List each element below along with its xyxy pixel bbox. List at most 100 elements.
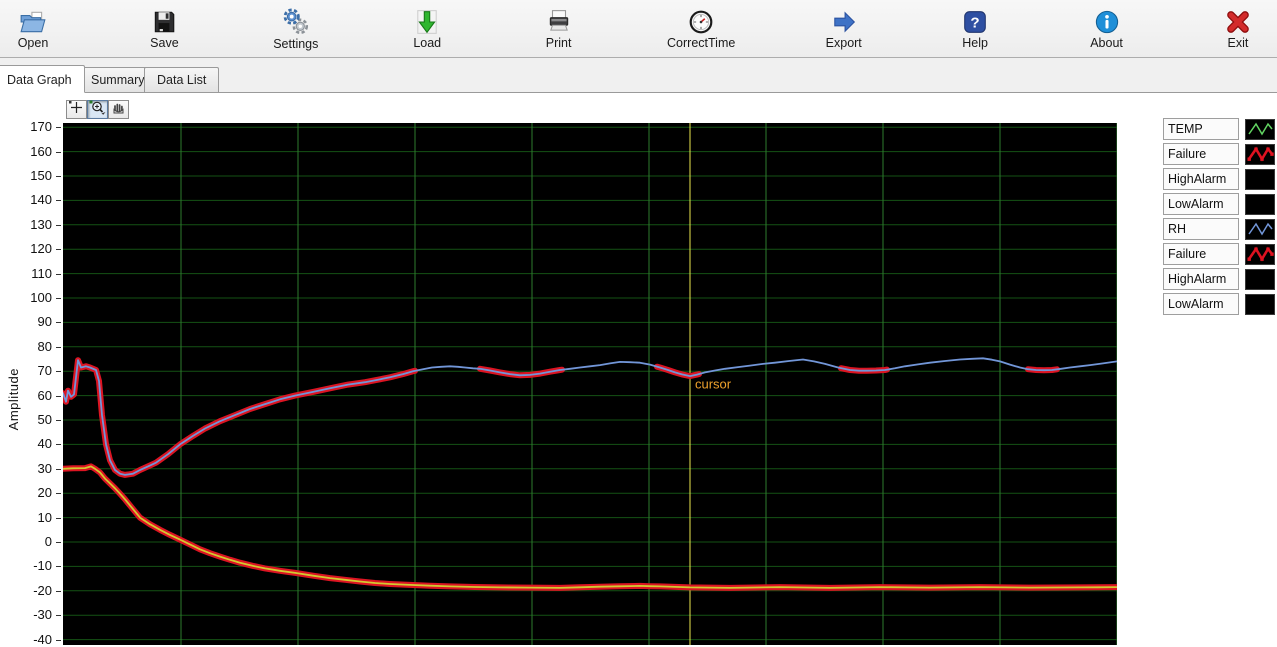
- chart-plot-area[interactable]: cursor: [63, 123, 1117, 645]
- toolbar-item-label: Save: [150, 36, 179, 50]
- y-axis-tick-mark: [56, 396, 61, 397]
- legend-swatch-none: [1245, 294, 1275, 315]
- y-axis-tick-label: 20: [0, 485, 52, 500]
- y-axis-tick-label: 10: [0, 510, 52, 525]
- toolbar-item-about[interactable]: About: [1084, 9, 1130, 50]
- legend-label[interactable]: Failure: [1163, 143, 1239, 165]
- toolbar-item-correcttime[interactable]: CorrectTime: [667, 9, 735, 50]
- tab-strip: DataNO. 9738 2015/05/29 20:16:26 RH 67.9…: [0, 58, 1277, 93]
- legend-swatch-none: [1245, 194, 1275, 215]
- y-axis-tick-label: 60: [0, 388, 52, 403]
- y-axis-tick-label: 90: [0, 314, 52, 329]
- crosshair-tool-button[interactable]: [66, 100, 87, 119]
- toolbar-item-settings[interactable]: Settings: [273, 8, 319, 51]
- y-axis-tick-label: -40: [0, 632, 52, 647]
- y-axis-tick-mark: [56, 347, 61, 348]
- toolbar-item-export[interactable]: Export: [821, 9, 867, 50]
- y-axis-tick-label: -20: [0, 583, 52, 598]
- y-axis-tick-label: 120: [0, 241, 52, 256]
- toolbar-item-label: Help: [962, 36, 988, 50]
- legend-label[interactable]: LowAlarm: [1163, 193, 1239, 215]
- y-axis-tick-label: 140: [0, 192, 52, 207]
- legend-row-highalarm-2[interactable]: HighAlarm: [1163, 168, 1275, 190]
- exit-x-icon: [1225, 9, 1251, 35]
- toolbar-item-label: Exit: [1228, 36, 1249, 50]
- legend-swatch-line: [1245, 219, 1275, 240]
- y-axis-tick-mark: [56, 274, 61, 275]
- pan-tool-icon: [109, 99, 128, 121]
- series-line-temp: [63, 466, 1117, 588]
- legend: TEMP Failure HighAlarm LowAlarm RH Failure Hig…: [1163, 118, 1275, 318]
- y-axis-tick-mark: [56, 493, 61, 494]
- legend-label[interactable]: LowAlarm: [1163, 293, 1239, 315]
- legend-swatch-none: [1245, 269, 1275, 290]
- toolbar-item-label: Open: [18, 36, 49, 50]
- toolbar: Open Save Settings Load Print CorrectTime Expo…: [0, 0, 1277, 58]
- failure-overlay-rh: [63, 360, 415, 475]
- y-axis-tick-label: 40: [0, 436, 52, 451]
- toolbar-item-help[interactable]: ? Help: [952, 9, 998, 50]
- legend-row-lowalarm-7[interactable]: LowAlarm: [1163, 293, 1275, 315]
- toolbar-item-label: About: [1090, 36, 1123, 50]
- series-line-rh: [63, 358, 1117, 475]
- print-printer-icon: [546, 9, 572, 35]
- legend-swatch-none: [1245, 169, 1275, 190]
- toolbar-item-open[interactable]: Open: [10, 9, 56, 50]
- export-right-arrow-icon: [831, 9, 857, 35]
- y-axis-tick-label: 150: [0, 168, 52, 183]
- legend-label[interactable]: Failure: [1163, 243, 1239, 265]
- legend-row-lowalarm-3[interactable]: LowAlarm: [1163, 193, 1275, 215]
- legend-row-rh-4[interactable]: RH: [1163, 218, 1275, 240]
- legend-label[interactable]: TEMP: [1163, 118, 1239, 140]
- legend-label[interactable]: HighAlarm: [1163, 268, 1239, 290]
- y-axis-tick-label: 170: [0, 119, 52, 134]
- crosshair-tool-icon: [67, 99, 86, 121]
- legend-row-failure-5[interactable]: Failure: [1163, 243, 1275, 265]
- legend-row-highalarm-6[interactable]: HighAlarm: [1163, 268, 1275, 290]
- y-axis-tick-label: 70: [0, 363, 52, 378]
- svg-text:?: ?: [971, 14, 980, 31]
- toolbar-item-label: Export: [826, 36, 862, 50]
- correcttime-gauge-icon: [688, 9, 714, 35]
- y-axis-tick-mark: [56, 127, 61, 128]
- toolbar-item-label: Settings: [273, 37, 318, 51]
- toolbar-item-label: Print: [546, 36, 572, 50]
- toolbar-item-save[interactable]: Save: [141, 9, 187, 50]
- cursor-label: cursor: [695, 376, 732, 391]
- toolbar-item-load[interactable]: Load: [404, 9, 450, 50]
- toolbar-item-print[interactable]: Print: [536, 9, 582, 50]
- zoom-tool-icon: [88, 99, 107, 121]
- y-axis-tick-mark: [56, 322, 61, 323]
- y-axis-tick-mark: [56, 542, 61, 543]
- y-axis-tick-label: -10: [0, 558, 52, 573]
- y-axis-tick-mark: [56, 640, 61, 641]
- about-info-icon: [1094, 9, 1120, 35]
- tab-data-list[interactable]: Data List: [144, 67, 219, 92]
- y-axis-tick-label: 160: [0, 144, 52, 159]
- zoom-tool-button[interactable]: [87, 100, 108, 119]
- y-axis-tick-mark: [56, 518, 61, 519]
- legend-label[interactable]: RH: [1163, 218, 1239, 240]
- y-axis-tick-mark: [56, 420, 61, 421]
- failure-overlay-temp: [63, 466, 1117, 588]
- chart-tool-buttons: [66, 100, 129, 119]
- y-axis-tick-label: 110: [0, 266, 52, 281]
- legend-swatch-thick-line: [1245, 244, 1275, 265]
- legend-label[interactable]: HighAlarm: [1163, 168, 1239, 190]
- load-down-arrow-icon: [414, 9, 440, 35]
- legend-row-temp-0[interactable]: TEMP: [1163, 118, 1275, 140]
- toolbar-item-exit[interactable]: Exit: [1215, 9, 1261, 50]
- y-axis-tick-mark: [56, 615, 61, 616]
- legend-swatch-line: [1245, 119, 1275, 140]
- help-question-icon: ?: [962, 9, 988, 35]
- legend-row-failure-1[interactable]: Failure: [1163, 143, 1275, 165]
- y-axis-tick-mark: [56, 249, 61, 250]
- y-axis-tick-mark: [56, 152, 61, 153]
- y-axis-tick-mark: [56, 469, 61, 470]
- toolbar-item-label: CorrectTime: [667, 36, 735, 50]
- y-axis-tick-mark: [56, 566, 61, 567]
- pan-tool-button[interactable]: [108, 100, 129, 119]
- y-axis-tick-label: 0: [0, 534, 52, 549]
- y-axis-tick-label: 50: [0, 412, 52, 427]
- tab-data-graph[interactable]: Data Graph: [0, 65, 85, 93]
